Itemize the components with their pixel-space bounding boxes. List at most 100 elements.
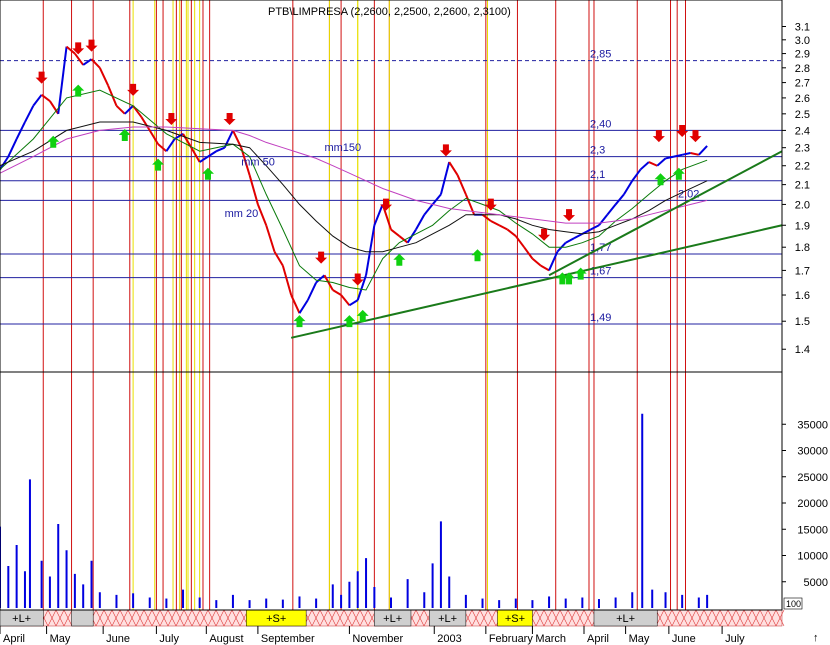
volume-bar — [281, 599, 284, 608]
price-tick-label: 1.6 — [795, 290, 810, 302]
volume-bar — [581, 597, 584, 608]
volume-bar — [373, 587, 376, 608]
volume-bar — [564, 598, 567, 608]
volume-tick-label: 35000 — [797, 419, 828, 431]
month-label: April — [3, 633, 25, 645]
volume-bar — [664, 592, 667, 608]
volume-tick-label: 25000 — [797, 472, 828, 484]
chart-title: PTB\LIMPRESA (2,2600, 2,2500, 2,2600, 2,… — [268, 6, 511, 18]
volume-bar — [248, 600, 251, 608]
volume-bar — [15, 545, 18, 608]
price-tick-label: 1.4 — [795, 344, 810, 356]
signal-strip-label: +S+ — [505, 613, 525, 625]
price-tick-label: 1.5 — [795, 316, 810, 328]
volume-bar — [651, 589, 654, 608]
signal-strip-label: +L+ — [383, 613, 402, 625]
price-tick-label: 2.7 — [795, 78, 810, 90]
volume-bar — [98, 592, 101, 608]
volume-bar — [215, 600, 218, 608]
signal-strip: +L+ +S+ +L+ +L+ +S+ +L+ — [0, 609, 785, 627]
volume-bar — [348, 581, 351, 608]
volume-bar — [439, 521, 442, 608]
volume-bar — [681, 594, 684, 608]
chart-background — [0, 0, 830, 645]
volume-bar — [423, 592, 426, 608]
volume-bar — [23, 571, 26, 608]
month-label: May — [50, 633, 71, 645]
volume-bar — [531, 600, 534, 608]
volume-bar — [48, 576, 51, 608]
volume-bar — [7, 566, 10, 608]
level-label: 2,40 — [590, 118, 611, 130]
volume-bar — [390, 597, 392, 608]
volume-bar — [498, 600, 501, 608]
price-tick-label: 2.5 — [795, 109, 810, 121]
volume-bar — [132, 593, 135, 608]
price-tick-label: 1.9 — [795, 220, 810, 232]
month-label: September — [261, 633, 315, 645]
month-label: August — [209, 633, 243, 645]
volume-bar — [697, 597, 700, 608]
price-tick-label: 2.2 — [795, 161, 810, 173]
volume-bar — [706, 594, 709, 608]
volume-bar — [548, 596, 551, 608]
volume-bar — [231, 594, 234, 608]
price-tick-label: 2.6 — [795, 93, 810, 105]
level-label: 2,1 — [590, 169, 605, 181]
volume-tick-label: 5000 — [804, 577, 828, 589]
volume-tick-label: 20000 — [797, 498, 828, 510]
price-tick-label: 1.7 — [795, 265, 810, 277]
month-label: May — [629, 633, 650, 645]
volume-bar — [115, 594, 118, 608]
volume-bar — [365, 558, 368, 608]
volume-bar — [265, 598, 268, 608]
month-label: November — [352, 633, 403, 645]
price-tick-label: 2.9 — [795, 49, 810, 61]
stock-chart: 2,852,402,32,12,021,771,671,49 mm 20mm 5… — [0, 0, 830, 645]
price-tick-label: 2.8 — [795, 63, 810, 75]
volume-bar — [148, 597, 151, 608]
volume-bar — [65, 550, 68, 608]
series-label: mm 20 — [225, 208, 259, 220]
price-tick-label: 3.1 — [795, 21, 810, 33]
volume-tick-label: 10000 — [797, 551, 828, 563]
price-tick-label: 2.0 — [795, 199, 810, 211]
price-tick-label: 2.1 — [795, 180, 810, 192]
volume-bar — [448, 576, 451, 608]
volume-bar — [356, 571, 359, 608]
signal-strip-label: +L+ — [438, 613, 457, 625]
price-tick-label: 2.4 — [795, 125, 810, 137]
price-tick-label: 1.8 — [795, 242, 810, 254]
level-label: 2,85 — [590, 49, 611, 61]
volume-bar — [481, 598, 484, 608]
signal-strip-block — [71, 609, 94, 627]
volume-bar — [340, 594, 343, 608]
series-label: mm 50 — [241, 157, 275, 169]
price-tick-label: 2.3 — [795, 143, 810, 155]
month-label: July — [725, 633, 745, 645]
volume-bar — [315, 598, 318, 608]
scroll-up-icon[interactable]: ↑ — [813, 632, 819, 644]
volume-bar — [464, 594, 467, 608]
month-label: 2003 — [437, 633, 461, 645]
signal-strip-label: +L+ — [12, 613, 31, 625]
month-label: April — [587, 633, 609, 645]
volume-tick-label: 30000 — [797, 446, 828, 458]
volume-bar — [82, 584, 85, 608]
month-label: June — [106, 633, 130, 645]
volume-bar — [331, 584, 334, 608]
volume-bar — [431, 563, 434, 608]
month-label: July — [159, 633, 179, 645]
volume-bar — [28, 479, 31, 608]
volume-bar — [298, 596, 301, 608]
month-label: March — [535, 633, 566, 645]
volume-bar — [90, 560, 93, 608]
volume-bar — [631, 592, 634, 608]
series-label: mm150 — [324, 142, 361, 154]
level-label: 2,02 — [678, 188, 699, 200]
volume-bar — [514, 598, 517, 608]
level-label: 2,3 — [590, 145, 605, 157]
volume-bar — [597, 599, 600, 608]
volume-bar — [198, 597, 201, 608]
volume-tick-label: 15000 — [797, 524, 828, 536]
